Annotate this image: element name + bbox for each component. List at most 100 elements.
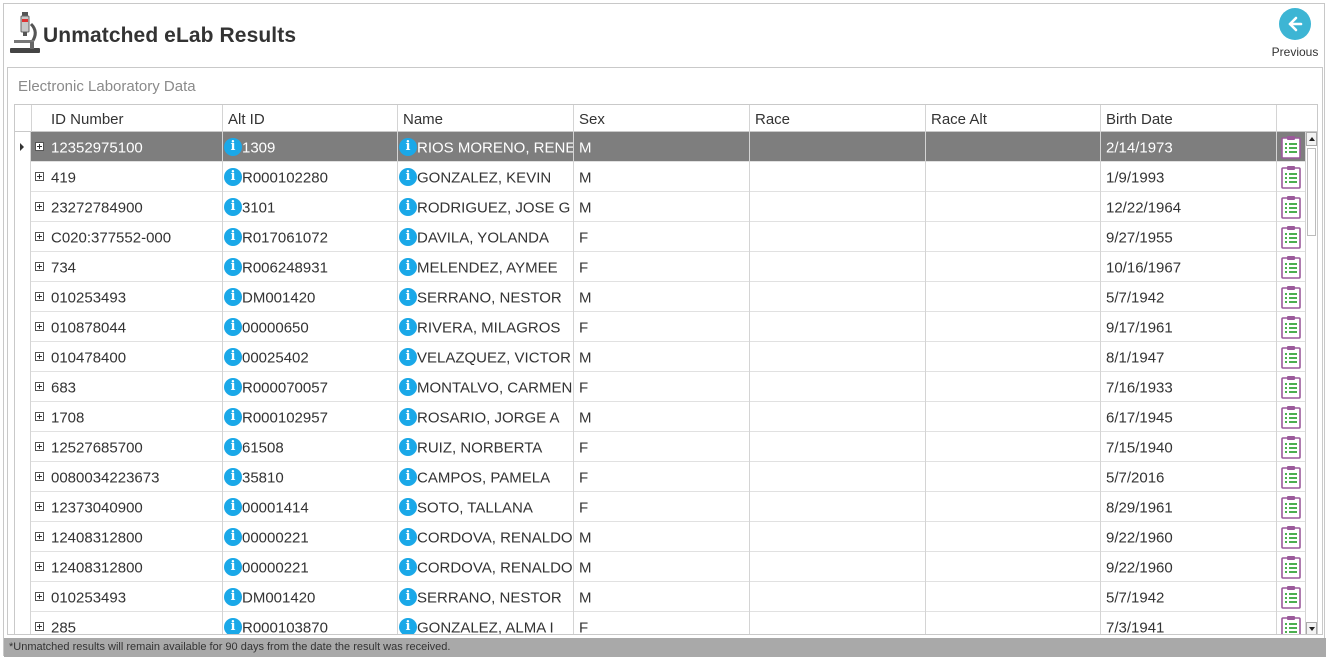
cell-sex[interactable]: M	[573, 402, 749, 432]
expand-row-icon[interactable]	[35, 442, 44, 451]
cell-sex[interactable]: M	[573, 522, 749, 552]
info-icon[interactable]: i	[224, 347, 242, 366]
cell-id-number[interactable]: C020:377552-000	[46, 222, 222, 252]
cell-sex[interactable]: M	[573, 552, 749, 582]
cell-alt-id[interactable]: i R000102280	[222, 162, 397, 192]
row-selector[interactable]	[15, 162, 31, 192]
info-icon[interactable]: i	[224, 497, 242, 516]
info-icon[interactable]: i	[224, 587, 242, 606]
row-selector[interactable]	[15, 462, 31, 492]
cell-id-number[interactable]: 419	[46, 162, 222, 192]
cell-id-number[interactable]: 1708	[46, 402, 222, 432]
cell-sex[interactable]: F	[573, 252, 749, 282]
table-row[interactable]: 12527685700 i 61508 i RUIZ, NORBERTA F 7/15/19…	[15, 432, 1307, 462]
column-header-alt-id[interactable]: Alt ID	[222, 105, 397, 132]
cell-race-alt[interactable]	[925, 612, 1100, 634]
cell-race[interactable]	[749, 492, 925, 522]
cell-race-alt[interactable]	[925, 282, 1100, 312]
table-row[interactable]: 23272784900 i 3101 i RODRIGUEZ, JOSE G M 12/22…	[15, 192, 1307, 222]
previous-button[interactable]: Previous	[1268, 8, 1322, 62]
table-row[interactable]: C020:377552-000 i R017061072 i DAVILA, YOLAN…	[15, 222, 1307, 252]
cell-alt-id[interactable]: i R000102957	[222, 402, 397, 432]
cell-id-number[interactable]: 0080034223673	[46, 462, 222, 492]
cell-birth-date[interactable]: 9/27/1955	[1100, 222, 1276, 252]
cell-race[interactable]	[749, 282, 925, 312]
table-row[interactable]: 12408312800 i 00000221 i CORDOVA, RENALDO M 9/…	[15, 552, 1307, 582]
cell-alt-id[interactable]: i DM001420	[222, 282, 397, 312]
info-icon[interactable]: i	[399, 317, 417, 336]
cell-race-alt[interactable]	[925, 372, 1100, 402]
expand-row-icon[interactable]	[35, 322, 44, 331]
cell-alt-id[interactable]: i 3101	[222, 192, 397, 222]
expand-row-icon[interactable]	[35, 562, 44, 571]
clipboard-icon[interactable]	[1280, 555, 1302, 579]
cell-race[interactable]	[749, 192, 925, 222]
clipboard-icon[interactable]	[1280, 525, 1302, 549]
row-selector[interactable]	[15, 192, 31, 222]
info-icon[interactable]: i	[399, 137, 417, 156]
cell-race-alt[interactable]	[925, 192, 1100, 222]
cell-name[interactable]: i RIOS MORENO, RENE	[397, 132, 573, 162]
table-row[interactable]: 010478400 i 00025402 i VELAZQUEZ, VICTOR IM8…	[15, 342, 1307, 372]
cell-birth-date[interactable]: 8/1/1947	[1100, 342, 1276, 372]
info-icon[interactable]: i	[399, 497, 417, 516]
cell-birth-date[interactable]: 8/29/1961	[1100, 492, 1276, 522]
cell-sex[interactable]: F	[573, 222, 749, 252]
cell-race-alt[interactable]	[925, 162, 1100, 192]
info-icon[interactable]: i	[224, 257, 242, 276]
clipboard-icon[interactable]	[1280, 465, 1302, 489]
cell-sex[interactable]: F	[573, 372, 749, 402]
cell-name[interactable]: i RUIZ, NORBERTA	[397, 432, 573, 462]
info-icon[interactable]: i	[399, 467, 417, 486]
cell-race[interactable]	[749, 402, 925, 432]
row-selector[interactable]	[15, 372, 31, 402]
cell-sex[interactable]: M	[573, 192, 749, 222]
clipboard-icon[interactable]	[1280, 255, 1302, 279]
clipboard-icon[interactable]	[1280, 375, 1302, 399]
info-icon[interactable]: i	[399, 407, 417, 426]
info-icon[interactable]: i	[399, 287, 417, 306]
cell-race-alt[interactable]	[925, 462, 1100, 492]
info-icon[interactable]: i	[224, 557, 242, 576]
info-icon[interactable]: i	[224, 467, 242, 486]
row-selector[interactable]	[15, 312, 31, 342]
cell-id-number[interactable]: 12408312800	[46, 552, 222, 582]
scroll-down-button[interactable]	[1306, 622, 1317, 634]
cell-name[interactable]: i MELENDEZ, AYMEE	[397, 252, 573, 282]
cell-race-alt[interactable]	[925, 132, 1100, 162]
row-selector[interactable]	[15, 582, 31, 612]
info-icon[interactable]: i	[399, 557, 417, 576]
info-icon[interactable]: i	[399, 437, 417, 456]
expand-row-icon[interactable]	[35, 262, 44, 271]
expand-row-icon[interactable]	[35, 232, 44, 241]
cell-name[interactable]: i SERRANO, NESTOR	[397, 282, 573, 312]
info-icon[interactable]: i	[224, 407, 242, 426]
cell-name[interactable]: i GONZALEZ, KEVIN	[397, 162, 573, 192]
cell-sex[interactable]: M	[573, 582, 749, 612]
cell-race-alt[interactable]	[925, 342, 1100, 372]
table-row[interactable]: 12352975100 i 1309 i RIOS MORENO, RENE M 2/14/…	[15, 132, 1307, 162]
cell-name[interactable]: i CAMPOS, PAMELA	[397, 462, 573, 492]
cell-birth-date[interactable]: 7/16/1933	[1100, 372, 1276, 402]
cell-race-alt[interactable]	[925, 432, 1100, 462]
cell-race-alt[interactable]	[925, 402, 1100, 432]
column-header-name[interactable]: Name	[397, 105, 573, 132]
cell-id-number[interactable]: 683	[46, 372, 222, 402]
cell-id-number[interactable]: 23272784900	[46, 192, 222, 222]
cell-birth-date[interactable]: 5/7/1942	[1100, 582, 1276, 612]
cell-id-number[interactable]: 010878044	[46, 312, 222, 342]
cell-birth-date[interactable]: 5/7/1942	[1100, 282, 1276, 312]
table-row[interactable]: 419 i R000102280 i GONZALEZ, KEVIN M 1/9/1993	[15, 162, 1307, 192]
cell-sex[interactable]: F	[573, 612, 749, 634]
info-icon[interactable]: i	[224, 527, 242, 546]
cell-alt-id[interactable]: i R000103870	[222, 612, 397, 634]
table-row[interactable]: 12373040900 i 00001414 i SOTO, TALLANA F 8/29/…	[15, 492, 1307, 522]
info-icon[interactable]: i	[224, 167, 242, 186]
table-row[interactable]: 010253493 i DM001420 i SERRANO, NESTOR M 5/7/1…	[15, 282, 1307, 312]
cell-alt-id[interactable]: i R006248931	[222, 252, 397, 282]
table-row[interactable]: 1708 i R000102957 i ROSARIO, JORGE A M 6/17/19…	[15, 402, 1307, 432]
cell-race[interactable]	[749, 612, 925, 634]
cell-name[interactable]: i VELAZQUEZ, VICTOR I	[397, 342, 573, 372]
info-icon[interactable]: i	[399, 227, 417, 246]
table-row[interactable]: 010253493 i DM001420 i SERRANO, NESTOR M 5/7/1…	[15, 582, 1307, 612]
